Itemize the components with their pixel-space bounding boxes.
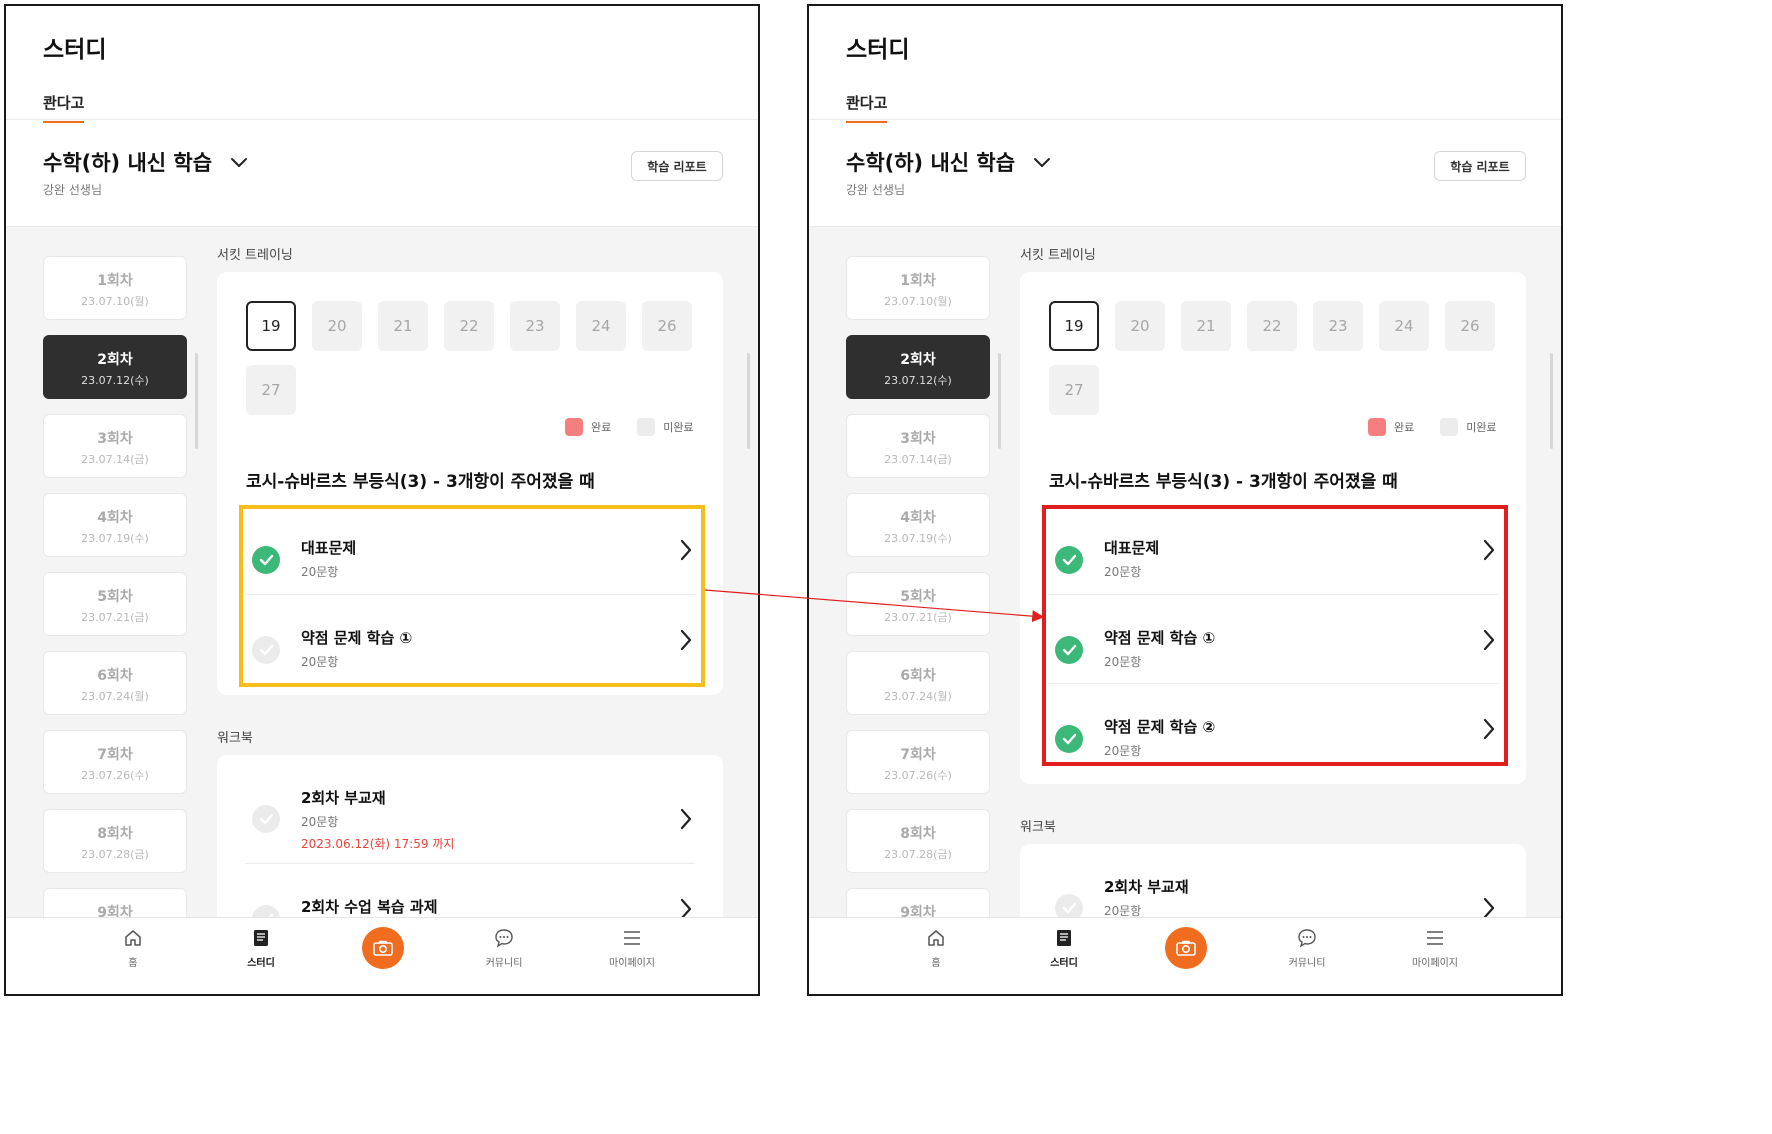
transition-arrow: [704, 589, 1045, 623]
